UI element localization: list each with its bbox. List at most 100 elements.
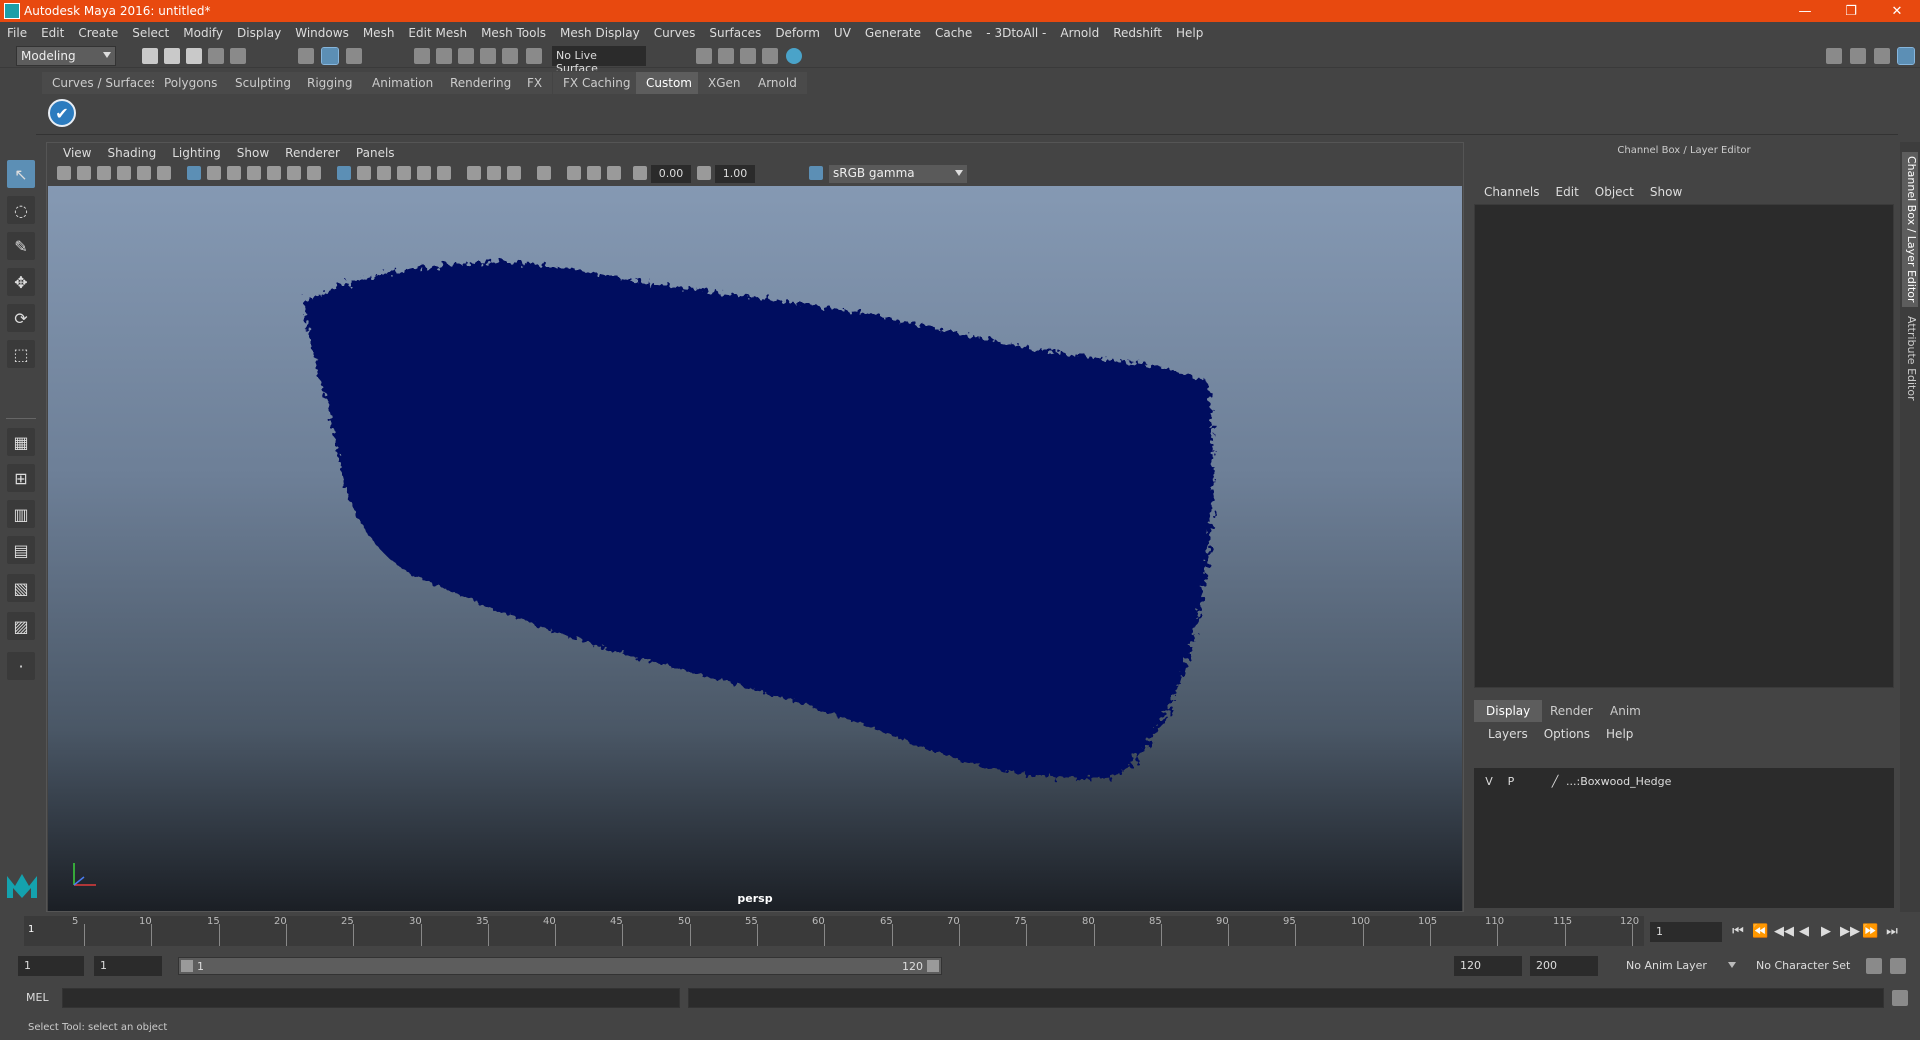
move-tool-icon[interactable]: ✥	[7, 268, 35, 296]
tab-arnold[interactable]: Arnold	[748, 72, 807, 94]
cb-menu-channels[interactable]: Channels	[1476, 185, 1548, 199]
minimize-button[interactable]: —	[1782, 0, 1828, 22]
menu-create[interactable]: Create	[71, 26, 125, 40]
ipr-render-icon[interactable]	[740, 48, 756, 64]
menu-select[interactable]: Select	[125, 26, 176, 40]
range-end-handle[interactable]	[927, 960, 939, 972]
menu-mesh-tools[interactable]: Mesh Tools	[474, 26, 553, 40]
channel-box-toggle-icon[interactable]	[1897, 47, 1915, 65]
color-management-icon[interactable]	[809, 166, 823, 180]
cb-menu-edit[interactable]: Edit	[1548, 185, 1587, 199]
wireframe-on-shaded-icon[interactable]	[377, 166, 391, 180]
menu-surfaces[interactable]: Surfaces	[702, 26, 768, 40]
playback-end-field[interactable]: 120	[1454, 956, 1522, 976]
script-editor-icon[interactable]	[1892, 990, 1908, 1006]
grease-pencil-icon[interactable]	[157, 166, 171, 180]
tab-display[interactable]: Display	[1474, 700, 1543, 722]
select-camera-icon[interactable]	[57, 166, 71, 180]
select-hierarchy-icon[interactable]	[298, 48, 314, 64]
menu-uv[interactable]: UV	[827, 26, 858, 40]
menu-set-selector[interactable]: Modeling	[16, 46, 116, 66]
wireframe-icon[interactable]	[337, 166, 351, 180]
live-surface-field[interactable]: No Live Surface	[552, 46, 646, 75]
side-tab-channel-box[interactable]: Channel Box / Layer Editor	[1902, 152, 1918, 307]
exposure-field[interactable]: 0.00	[651, 165, 691, 183]
xray-active-icon[interactable]	[587, 166, 601, 180]
tab-curves-surfaces[interactable]: Curves / Surfaces	[42, 72, 168, 94]
anti-aliasing-icon[interactable]	[507, 166, 521, 180]
menu-help[interactable]: Help	[1169, 26, 1210, 40]
scale-tool-icon[interactable]: ⬚	[7, 340, 35, 368]
script-language-toggle[interactable]: MEL	[26, 991, 49, 1004]
menu-curves[interactable]: Curves	[647, 26, 703, 40]
menu-edit[interactable]: Edit	[34, 26, 71, 40]
vp-menu-renderer[interactable]: Renderer	[277, 146, 348, 160]
cb-menu-object[interactable]: Object	[1587, 185, 1642, 199]
play-forward-icon[interactable]: ▶	[1818, 924, 1834, 940]
isolate-select-icon[interactable]	[537, 166, 551, 180]
resolution-gate-icon[interactable]	[227, 166, 241, 180]
animation-preferences-icon[interactable]	[1890, 958, 1906, 974]
le-menu-layers[interactable]: Layers	[1480, 727, 1536, 741]
safe-action-icon[interactable]	[287, 166, 301, 180]
snap-together-icon[interactable]	[526, 48, 542, 64]
xray-joints-icon[interactable]	[607, 166, 621, 180]
new-scene-icon[interactable]	[142, 48, 158, 64]
gamma-icon[interactable]	[697, 166, 711, 180]
tool-settings-toggle-icon[interactable]	[1874, 48, 1890, 64]
snap-curve-icon[interactable]	[436, 48, 452, 64]
outliner-layout-icon[interactable]: ▧	[7, 574, 35, 602]
tab-rendering[interactable]: Rendering	[440, 72, 522, 94]
undo-icon[interactable]	[208, 48, 224, 64]
mel-command-input[interactable]	[62, 988, 680, 1008]
attribute-editor-toggle-icon[interactable]	[1850, 48, 1866, 64]
current-frame-field[interactable]: 1	[1650, 922, 1722, 942]
redo-icon[interactable]	[230, 48, 246, 64]
menu-windows[interactable]: Windows	[288, 26, 356, 40]
gate-mask-icon[interactable]	[247, 166, 261, 180]
grid-toggle-icon[interactable]	[187, 166, 201, 180]
tab-fx-caching[interactable]: FX Caching	[553, 72, 641, 94]
le-menu-options[interactable]: Options	[1536, 727, 1598, 741]
step-forward-key-icon[interactable]: ⏩	[1862, 924, 1878, 940]
use-all-lights-icon[interactable]	[417, 166, 431, 180]
range-slider[interactable]: 1 120	[178, 957, 942, 975]
step-back-frame-icon[interactable]: ◀◀	[1774, 924, 1794, 940]
le-menu-help[interactable]: Help	[1598, 727, 1641, 741]
select-object-icon[interactable]	[321, 47, 339, 65]
side-tab-attribute-editor[interactable]: Attribute Editor	[1902, 312, 1918, 405]
textured-icon[interactable]	[397, 166, 411, 180]
2d-pan-zoom-icon[interactable]	[137, 166, 151, 180]
step-forward-frame-icon[interactable]: ▶▶	[1840, 924, 1860, 940]
tab-polygons[interactable]: Polygons	[154, 72, 228, 94]
snap-live-icon[interactable]	[502, 48, 518, 64]
animation-end-field[interactable]: 200	[1530, 956, 1598, 976]
go-to-start-icon[interactable]: ⏮	[1730, 924, 1746, 940]
menu-3dtoall[interactable]: - 3DtoAll -	[979, 26, 1053, 40]
gamma-field[interactable]: 1.00	[715, 165, 755, 183]
menu-mesh[interactable]: Mesh	[356, 26, 402, 40]
xray-icon[interactable]	[567, 166, 581, 180]
vp-menu-lighting[interactable]: Lighting	[164, 146, 229, 160]
shadows-icon[interactable]	[437, 166, 451, 180]
tab-rigging[interactable]: Rigging	[297, 72, 363, 94]
select-tool-icon[interactable]: ↖	[7, 160, 35, 188]
tab-render[interactable]: Render	[1538, 700, 1605, 722]
safe-title-icon[interactable]	[307, 166, 321, 180]
menu-arnold[interactable]: Arnold	[1053, 26, 1106, 40]
step-back-key-icon[interactable]: ⏪	[1752, 924, 1768, 940]
film-gate-icon[interactable]	[207, 166, 221, 180]
render-settings-icon[interactable]	[762, 48, 778, 64]
hypershade-icon[interactable]	[786, 48, 802, 64]
persp-graph-layout-icon[interactable]: ▤	[7, 536, 35, 564]
close-button[interactable]: ✕	[1874, 0, 1920, 22]
exposure-icon[interactable]	[633, 166, 647, 180]
render-current-frame-icon[interactable]	[718, 48, 734, 64]
four-view-layout-icon[interactable]: ⊞	[7, 464, 35, 492]
render-view-icon[interactable]	[696, 48, 712, 64]
tab-custom[interactable]: Custom	[636, 72, 702, 94]
channel-box-body[interactable]	[1474, 204, 1894, 688]
snap-view-plane-icon[interactable]	[480, 48, 496, 64]
cb-menu-show[interactable]: Show	[1642, 185, 1690, 199]
more-layouts-icon[interactable]: ·	[7, 652, 35, 680]
